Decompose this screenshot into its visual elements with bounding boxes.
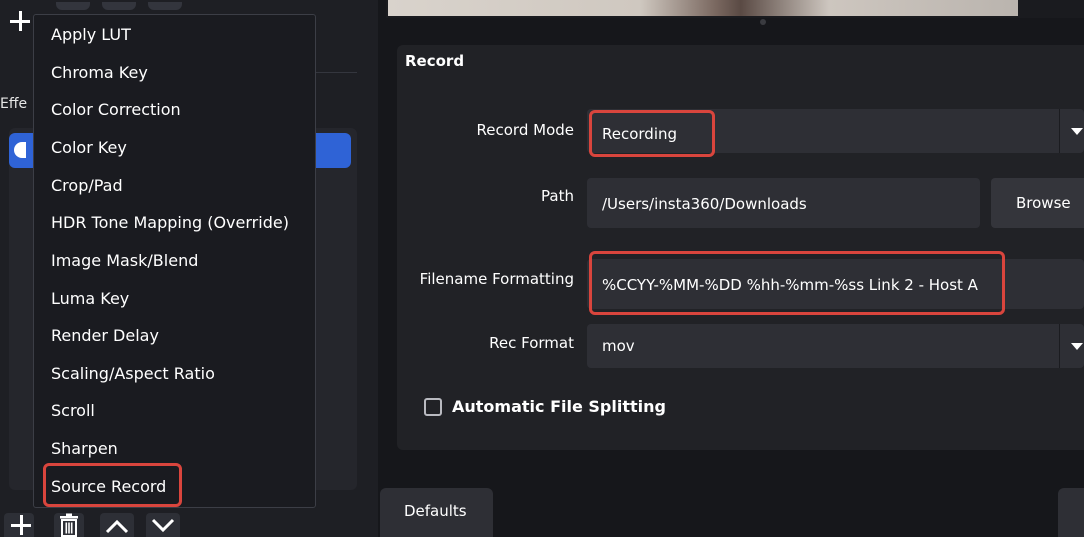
menu-item-image-mask-blend[interactable]: Image Mask/Blend — [51, 246, 198, 276]
chevron-down-icon[interactable] — [1071, 128, 1083, 135]
splitter-handle[interactable] — [760, 19, 766, 25]
menu-item-scroll[interactable]: Scroll — [51, 396, 95, 426]
visibility-eye-icon[interactable] — [14, 142, 26, 158]
record-group-title: Record — [405, 52, 465, 70]
toolbar-button[interactable] — [56, 2, 90, 10]
path-value: /Users/insta360/Downloads — [602, 195, 807, 213]
menu-item-sharpen[interactable]: Sharpen — [51, 434, 118, 464]
browse-label: Browse — [1016, 194, 1071, 212]
menu-item-color-key[interactable]: Color Key — [51, 133, 127, 163]
menu-item-hdr-tone-mapping[interactable]: HDR Tone Mapping (Override) — [51, 208, 289, 238]
record-mode-label: Record Mode — [476, 121, 574, 139]
toolbar-button[interactable] — [148, 2, 182, 10]
highlight-filename-formatting — [589, 251, 1005, 315]
rec-format-value: mov — [602, 337, 635, 355]
add-source-icon[interactable] — [9, 10, 31, 32]
menu-item-color-correction[interactable]: Color Correction — [51, 95, 181, 125]
record-group — [397, 45, 1084, 450]
filter-context-menu: Apply LUT Chroma Key Color Correction Co… — [33, 14, 316, 508]
highlight-source-record — [43, 463, 182, 507]
menu-item-scaling-aspect-ratio[interactable]: Scaling/Aspect Ratio — [51, 359, 215, 389]
highlight-record-mode — [589, 110, 715, 157]
auto-split-label[interactable]: Automatic File Splitting — [452, 397, 666, 416]
menu-item-render-delay[interactable]: Render Delay — [51, 321, 159, 351]
dropdown-separator — [1059, 109, 1060, 153]
rec-format-label: Rec Format — [489, 334, 574, 352]
plus-icon[interactable] — [10, 514, 32, 536]
chevron-up-icon[interactable] — [103, 513, 131, 537]
defaults-label: Defaults — [404, 502, 467, 520]
dropdown-separator — [1059, 324, 1060, 368]
menu-item-crop-pad[interactable]: Crop/Pad — [51, 171, 123, 201]
close-button[interactable] — [1058, 488, 1084, 537]
menu-item-luma-key[interactable]: Luma Key — [51, 284, 129, 314]
effects-label: Effe — [0, 96, 28, 112]
path-label: Path — [541, 187, 574, 205]
auto-split-checkbox[interactable] — [424, 398, 442, 416]
trash-icon[interactable] — [57, 513, 81, 537]
filename-formatting-label: Filename Formatting — [419, 270, 574, 288]
preview-image — [388, 0, 1018, 16]
chevron-down-icon[interactable] — [149, 513, 177, 537]
chevron-down-icon[interactable] — [1071, 343, 1083, 350]
toolbar-button[interactable] — [102, 2, 136, 10]
menu-item-apply-lut[interactable]: Apply LUT — [51, 20, 131, 50]
menu-item-chroma-key[interactable]: Chroma Key — [51, 58, 148, 88]
rec-format-dropdown[interactable] — [587, 324, 1084, 368]
